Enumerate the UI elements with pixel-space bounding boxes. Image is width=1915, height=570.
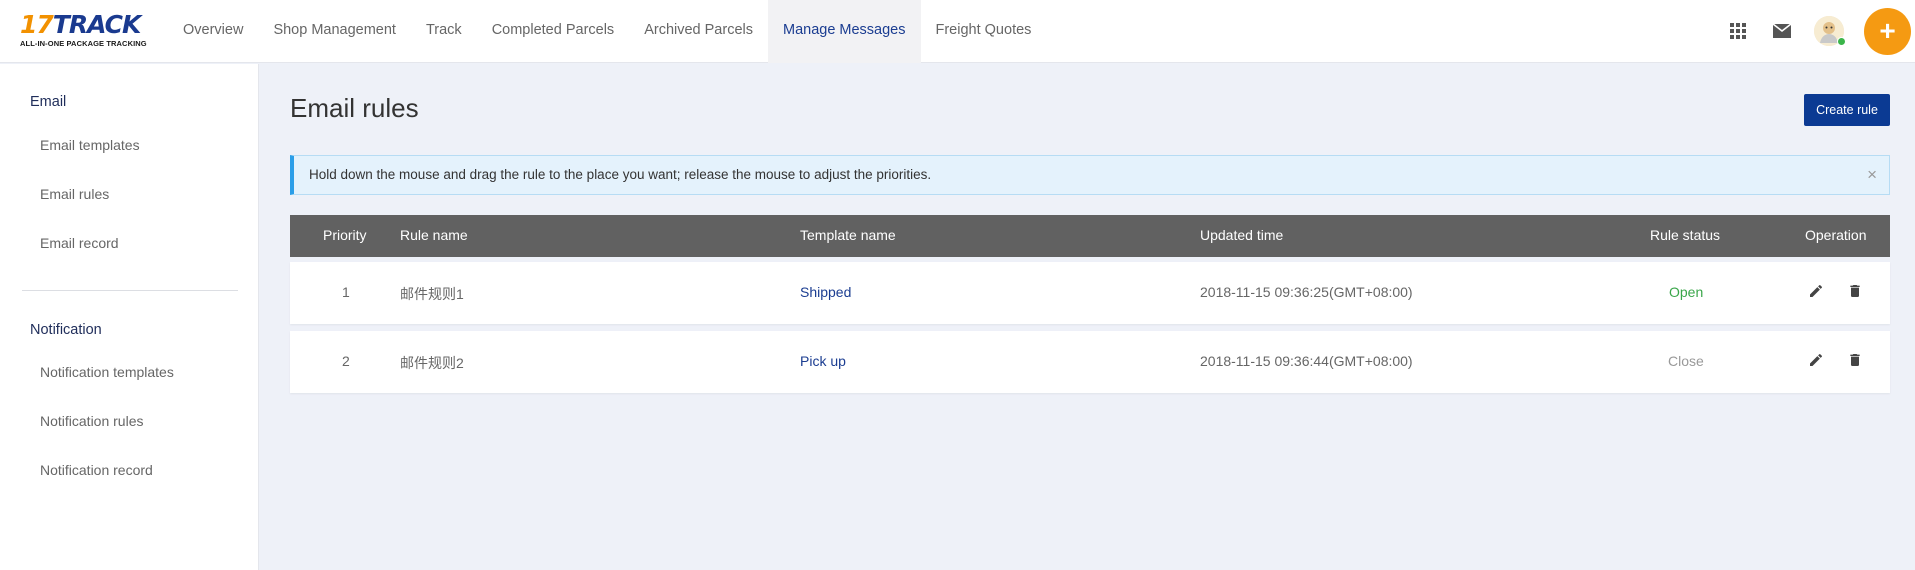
header-rule-name: Rule name [400,227,468,243]
cell-priority: 1 [342,284,350,300]
nav-archived-parcels[interactable]: Archived Parcels [629,0,768,63]
cell-rule-name: 邮件规则1 [400,286,464,302]
logo-tagline: ALL-IN-ONE PACKAGE TRACKING [20,39,147,48]
sidebar: Email Email templates Email rules Email … [0,64,259,570]
cell-priority: 2 [342,353,350,369]
cell-updated-time: 2018-11-15 09:36:44(GMT+08:00) [1200,353,1413,369]
header-operation: Operation [1805,227,1867,243]
nav-completed-parcels[interactable]: Completed Parcels [477,0,630,63]
sidebar-item-email-templates[interactable]: Email templates [40,137,140,153]
header-template-name: Template name [800,227,896,243]
sidebar-item-notification-templates[interactable]: Notification templates [40,364,174,380]
table-header: Priority Rule name Template name Updated… [290,215,1890,257]
delete-icon[interactable] [1847,283,1863,299]
table-row[interactable]: 2 邮件规则2 Pick up 2018-11-15 09:36:44(GMT+… [290,331,1890,393]
edit-icon[interactable] [1808,352,1824,368]
sidebar-group-notification: Notification [30,322,102,338]
nav-overview[interactable]: Overview [168,0,258,63]
nav-manage-messages[interactable]: Manage Messages [767,0,921,63]
logo-number: 17 [20,10,54,39]
page-title: Email rules [290,93,419,123]
logo-word: TRACK [52,10,142,39]
online-status-dot [1837,37,1846,46]
cell-template-link[interactable]: Pick up [800,353,846,369]
delete-icon[interactable] [1847,352,1863,368]
header-rule-status: Rule status [1650,227,1721,243]
status-badge: Open [1669,284,1704,300]
nav-shop-management[interactable]: Shop Management [258,0,411,63]
alert-text: Hold down the mouse and drag the rule to… [309,167,932,182]
header-priority: Priority [323,227,367,243]
apps-grid-icon[interactable] [1726,19,1750,43]
table-row[interactable]: 1 邮件规则1 Shipped 2018-11-15 09:36:25(GMT+… [290,262,1890,324]
top-navigation-bar: 17TRACK ALL-IN-ONE PACKAGE TRACKING Over… [0,0,1915,63]
sidebar-divider [22,290,238,291]
edit-icon[interactable] [1808,283,1824,299]
info-alert: Hold down the mouse and drag the rule to… [290,155,1890,195]
status-badge: Close [1668,353,1704,369]
sidebar-item-email-record[interactable]: Email record [40,235,119,251]
add-button[interactable]: + [1864,8,1911,55]
close-icon[interactable]: × [1867,165,1877,185]
sidebar-item-email-rules[interactable]: Email rules [40,186,109,202]
sidebar-group-email: Email [30,94,67,110]
cell-rule-name: 邮件规则2 [400,355,464,371]
sidebar-item-notification-record[interactable]: Notification record [40,462,153,478]
main-nav: Overview Shop Management Track Completed… [168,0,1046,63]
create-rule-button[interactable]: Create rule [1804,94,1890,126]
avatar[interactable] [1814,16,1846,46]
header-updated-time: Updated time [1200,227,1284,243]
sidebar-item-notification-rules[interactable]: Notification rules [40,413,144,429]
mail-icon[interactable] [1770,19,1794,43]
cell-updated-time: 2018-11-15 09:36:25(GMT+08:00) [1200,284,1413,300]
nav-freight-quotes[interactable]: Freight Quotes [921,0,1047,63]
cell-template-link[interactable]: Shipped [800,284,851,300]
17track-logo[interactable]: 17TRACK ALL-IN-ONE PACKAGE TRACKING [20,12,150,48]
nav-track[interactable]: Track [411,0,477,63]
